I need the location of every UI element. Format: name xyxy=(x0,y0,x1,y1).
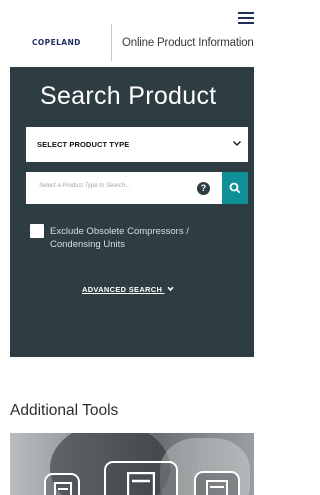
header-title: Online Product Information xyxy=(122,37,254,49)
product-type-select-label: SELECT PRODUCT TYPE xyxy=(37,140,130,149)
document-icon xyxy=(54,482,72,495)
search-input-placeholder: Select a Product Type to Search... xyxy=(39,183,130,189)
site-header: COPELAND Online Product Information xyxy=(0,0,254,67)
chevron-down-icon xyxy=(167,286,174,292)
exclude-obsolete-checkbox[interactable] xyxy=(30,224,44,238)
document-icon xyxy=(127,472,155,495)
document-icon xyxy=(206,480,228,495)
question-circle-icon[interactable]: ? xyxy=(197,182,210,195)
copeland-logo[interactable]: COPELAND xyxy=(32,38,81,48)
tool-document-button[interactable] xyxy=(44,473,80,495)
hamburger-menu-icon[interactable] xyxy=(238,12,254,26)
magnifier-icon xyxy=(229,182,241,194)
additional-tools-banner xyxy=(10,433,254,495)
advanced-search-label: ADVANCED SEARCH xyxy=(82,285,163,294)
product-type-select[interactable]: SELECT PRODUCT TYPE xyxy=(26,127,248,162)
advanced-search-link[interactable]: ADVANCED SEARCH xyxy=(82,285,174,294)
search-heading: Search Product xyxy=(40,82,217,110)
search-button[interactable] xyxy=(222,172,248,204)
tool-document-button[interactable] xyxy=(104,461,178,495)
exclude-obsolete-label[interactable]: Exclude Obsolete Compressors / Condensin… xyxy=(50,225,235,251)
additional-tools-heading: Additional Tools xyxy=(10,402,119,419)
product-search-input[interactable]: Select a Product Type to Search... ? xyxy=(26,172,222,204)
search-panel: Search Product SELECT PRODUCT TYPE Selec… xyxy=(10,67,254,357)
chevron-down-icon xyxy=(232,140,242,147)
header-divider xyxy=(111,24,112,61)
tool-document-button[interactable] xyxy=(194,471,240,495)
